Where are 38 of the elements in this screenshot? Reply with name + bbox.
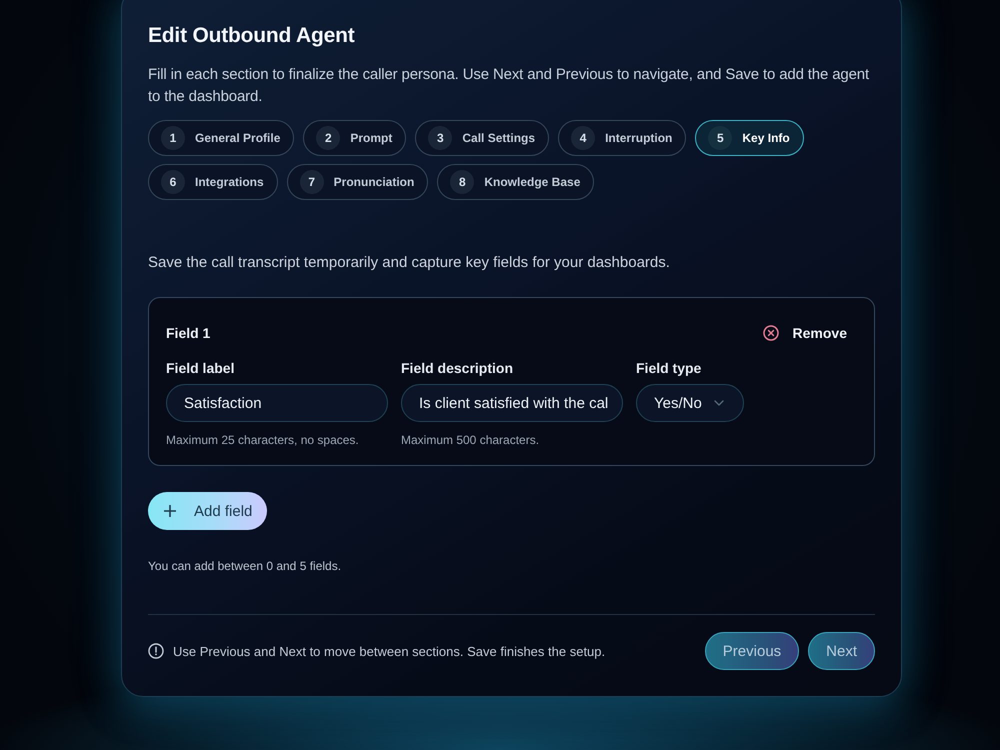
step-tab[interactable]: 8 Knowledge Base xyxy=(437,164,594,200)
step-number: 6 xyxy=(161,170,185,194)
remove-button[interactable]: Remove xyxy=(762,325,857,341)
remove-icon xyxy=(762,325,779,341)
step-number: 3 xyxy=(428,126,452,150)
step-tab[interactable]: 4 Interruption xyxy=(558,120,686,156)
dialog-description: Fill in each section to finalize the caller persona. Use Next and Previous to navigate, and Save to add the agent to the dashboard. xyxy=(148,65,870,107)
step-number: 2 xyxy=(316,126,340,150)
description-hint: Maximum 500 characters. xyxy=(401,432,540,448)
label-hint: Maximum 25 characters, no spaces. xyxy=(166,432,360,448)
label-input[interactable]: Satisfaction xyxy=(166,384,388,422)
dialog-title: Edit Outbound Agent xyxy=(148,23,356,49)
step-number: 5 xyxy=(708,126,732,150)
footer-note: Use Previous and Next to move between sections. Save finishes the setup. xyxy=(173,644,606,658)
next-button[interactable]: Next xyxy=(808,632,875,670)
step-number: 1 xyxy=(161,126,185,150)
step-tab[interactable]: 3 Call Settings xyxy=(415,120,550,156)
description-input[interactable]: Is client satisfied with the cal xyxy=(401,384,623,422)
field-type-caption: Field type xyxy=(636,359,702,377)
step-tab[interactable]: 6 Integrations xyxy=(148,164,278,200)
step-tab[interactable]: 2 Prompt xyxy=(303,120,406,156)
field-label-caption: Field label xyxy=(166,359,236,377)
chevron-down-icon xyxy=(714,400,724,406)
info-icon xyxy=(148,643,164,659)
step-tab[interactable]: 5 Key Info xyxy=(695,120,804,156)
section-intro: Save the call transcript temporarily and capture key fields for your dashboards. xyxy=(148,253,671,273)
type-select[interactable]: Yes/No xyxy=(636,384,744,422)
step-number: 7 xyxy=(300,170,324,194)
step-tab[interactable]: 1 General Profile xyxy=(148,120,294,156)
step-number: 4 xyxy=(571,126,596,150)
step-tab[interactable]: 7 Pronunciation xyxy=(286,164,428,200)
step-number: 8 xyxy=(450,170,474,194)
add-field-button[interactable]: Add field xyxy=(148,492,268,530)
field-limit-note: You can add between 0 and 5 fields. xyxy=(148,558,342,574)
field-heading: Field 1 xyxy=(166,325,210,341)
previous-button[interactable]: Previous xyxy=(704,632,800,670)
plus-icon xyxy=(164,505,176,517)
field-description-caption: Field description xyxy=(401,359,514,377)
